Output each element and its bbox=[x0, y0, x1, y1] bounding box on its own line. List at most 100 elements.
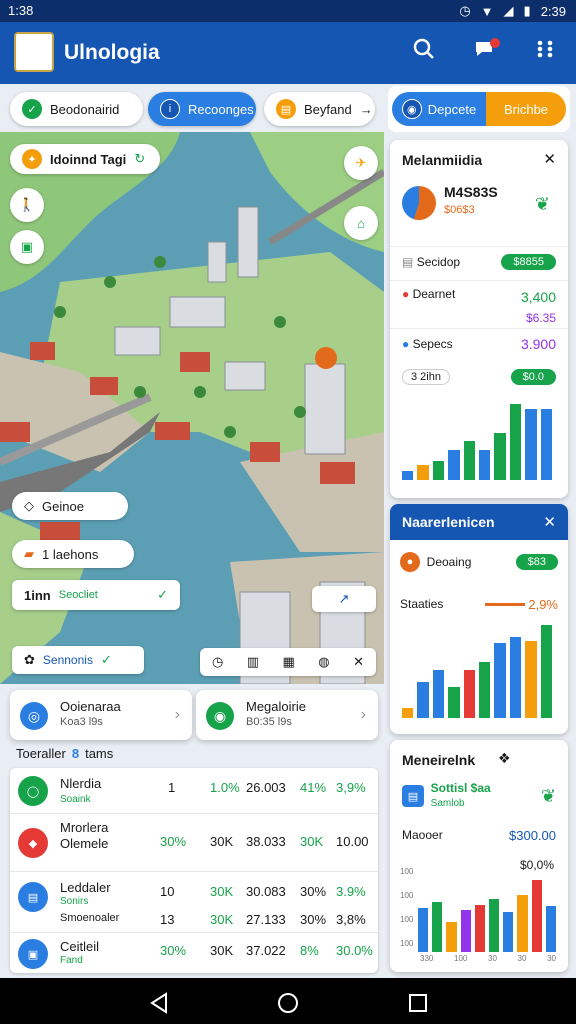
app-icon: ▣ bbox=[18, 939, 48, 969]
chart-bar bbox=[474, 904, 486, 952]
leaf-icon: ❦ bbox=[540, 785, 556, 806]
section-header: Toeraller 8 tams bbox=[16, 746, 114, 761]
chart-bar bbox=[540, 409, 553, 480]
walk-icon: 🚶 bbox=[18, 197, 36, 212]
apps-grid-icon[interactable] bbox=[536, 38, 554, 64]
chart-bar bbox=[432, 461, 445, 480]
chart-bar bbox=[503, 912, 514, 952]
chart-bar bbox=[463, 670, 476, 718]
globe-icon[interactable]: ◍ bbox=[318, 654, 329, 670]
back-icon[interactable] bbox=[150, 992, 167, 1014]
map-walk-button[interactable]: 🚶 bbox=[10, 188, 44, 222]
map-layer-chip-1[interactable]: ◇ Geinoe bbox=[12, 492, 128, 520]
stats-panel-3: Meneirelnk ❖ ▤ Sottisl $aa Samlob ❦ Maooe… bbox=[390, 740, 568, 972]
chart-small-icon: ▤ bbox=[402, 254, 414, 269]
toggle-right[interactable]: Brichbe bbox=[486, 92, 566, 126]
map-expand-button[interactable]: ↗ bbox=[312, 586, 376, 612]
map-layer-chip-2[interactable]: ▰ 1 laehons bbox=[12, 540, 134, 568]
map-transit-button[interactable]: ▣ bbox=[10, 230, 44, 264]
check-icon: ✓ bbox=[100, 652, 112, 667]
close-icon[interactable]: ✕ bbox=[353, 654, 364, 670]
segmented-toggle: ◉ Depcete Brichbe bbox=[388, 86, 570, 132]
chart-bar bbox=[463, 441, 476, 480]
compass-icon: ✈ bbox=[355, 155, 367, 170]
close-icon[interactable]: ✕ bbox=[543, 150, 556, 168]
chart-bar bbox=[402, 708, 414, 718]
system-nav-bar bbox=[0, 978, 576, 1024]
panel3-bar-chart bbox=[418, 876, 557, 952]
map-title-chip[interactable]: ✦ Idoinnd Tagi ↻ bbox=[10, 144, 160, 174]
status-time: 1:38 bbox=[8, 3, 34, 18]
signal-icon: ◢ bbox=[503, 3, 514, 18]
app-bar: 🏛 Ulnologia bbox=[0, 22, 576, 84]
filter-chip-2[interactable]: i Recoonges bbox=[148, 92, 256, 126]
app-title: Ulnologia bbox=[64, 41, 160, 64]
search-icon[interactable] bbox=[413, 38, 435, 66]
tag-icon: ▤ bbox=[276, 99, 296, 119]
panel1-row-4: 3 2ihn $0.0 bbox=[390, 362, 568, 392]
panel-title: Meneirelnk bbox=[402, 752, 476, 768]
profile-icon bbox=[402, 186, 436, 220]
circle-icon: ● bbox=[402, 336, 410, 351]
filter-chip-3[interactable]: ▤ Beyfand → bbox=[264, 92, 375, 126]
leaf-icon: ❦ bbox=[534, 194, 550, 214]
chart-bar bbox=[509, 404, 522, 480]
map-layer-chip-4[interactable]: ✿ Sennonis ✓ bbox=[12, 646, 144, 674]
refresh-icon: ↻ bbox=[134, 151, 146, 166]
chevron-right-icon: › bbox=[360, 706, 366, 723]
chevron-right-icon: › bbox=[174, 706, 180, 723]
chat-icon[interactable] bbox=[474, 38, 500, 66]
table-row[interactable]: ▣ Ceitleil Fand 30% 30K 37.022 8% 30.0% bbox=[10, 932, 378, 972]
leaf-icon: ◇ bbox=[24, 498, 34, 513]
info-card-2[interactable]: ◉ Megaloirie B0:35 l9s › bbox=[196, 690, 378, 740]
app-logo: 🏛 bbox=[14, 32, 54, 72]
book-icon: ▤ bbox=[18, 882, 48, 912]
alarm-icon: ◷ bbox=[459, 3, 471, 18]
badge-icon: ● bbox=[400, 552, 420, 572]
chart-bar bbox=[494, 432, 506, 480]
info-card-1[interactable]: ◎ Ooienaraa Koa3 l9s › bbox=[10, 690, 192, 740]
chart-bar bbox=[525, 409, 537, 480]
chart-bar bbox=[479, 662, 491, 718]
chart-bar bbox=[489, 898, 500, 952]
chart-bar bbox=[531, 879, 542, 952]
check-icon: ✓ bbox=[22, 99, 42, 119]
map-home-button[interactable]: ⌂ bbox=[344, 206, 378, 240]
chart-bar bbox=[432, 901, 443, 952]
info-icon: i bbox=[160, 99, 180, 119]
chart-bar bbox=[446, 921, 457, 952]
bus-icon: ▣ bbox=[20, 239, 34, 254]
layers-icon[interactable]: ▦ bbox=[283, 654, 295, 670]
panel3-item[interactable]: ▤ Sottisl $aa Samlob ❦ bbox=[390, 776, 568, 816]
stats-panel-1: Melanmiidia ✕ M4S83S $06$3 ❦ ▤ Secidop $… bbox=[390, 140, 568, 498]
filter-chip-1[interactable]: ✓ Beodonairid bbox=[10, 92, 143, 126]
chart-bar bbox=[417, 464, 429, 480]
y-axis-ticks: 100 100 100 100 bbox=[400, 867, 414, 948]
toggle-left[interactable]: ◉ Depcete bbox=[392, 92, 486, 126]
table-row[interactable]: ◆ Mrorlera Olemele 30% 30K 38.033 30K 10… bbox=[10, 814, 378, 872]
table-row[interactable]: ▤ Leddaler Sonirs 10 30K 30.083 30% 3.9%… bbox=[10, 872, 378, 932]
map-compass-button[interactable]: ✈ bbox=[344, 146, 378, 180]
data-table: ◯ Nlerdia Soaink 1 1.0% 26.003 41% 3,9% … bbox=[10, 768, 378, 973]
panel2-row: ● Deoaing $83 bbox=[390, 548, 568, 576]
panel-title: Naarerlenicen bbox=[402, 514, 495, 530]
chart-bar bbox=[545, 906, 557, 952]
status-right-time: 2:39 bbox=[540, 3, 566, 19]
recents-icon[interactable] bbox=[409, 994, 427, 1012]
circle-icon: ◯ bbox=[18, 776, 48, 806]
home-icon[interactable] bbox=[278, 993, 298, 1013]
chart-bar bbox=[460, 910, 471, 952]
map-icon: ✿ bbox=[24, 652, 35, 667]
panel1-bar-chart bbox=[402, 394, 553, 480]
table-row[interactable]: ◯ Nlerdia Soaink 1 1.0% 26.003 41% 3,9% bbox=[10, 768, 378, 814]
close-icon[interactable]: ✕ bbox=[543, 513, 556, 531]
ruler-icon[interactable]: ▥ bbox=[247, 654, 259, 670]
chart-bar bbox=[448, 449, 460, 480]
compass-icon: ◎ bbox=[20, 702, 48, 730]
city-map[interactable]: ✦ Idoinnd Tagi ↻ 🚶 ▣ ✈ ⌂ ◇ Geinoe ▰ 1 la… bbox=[0, 132, 384, 684]
chart-bar bbox=[494, 643, 506, 718]
chart-bar bbox=[509, 637, 522, 718]
clock-icon[interactable]: ◷ bbox=[212, 654, 223, 670]
map-layer-chip-3[interactable]: 1inn Seocliet ✓ bbox=[12, 580, 180, 610]
shield-icon: ◆ bbox=[18, 828, 48, 858]
